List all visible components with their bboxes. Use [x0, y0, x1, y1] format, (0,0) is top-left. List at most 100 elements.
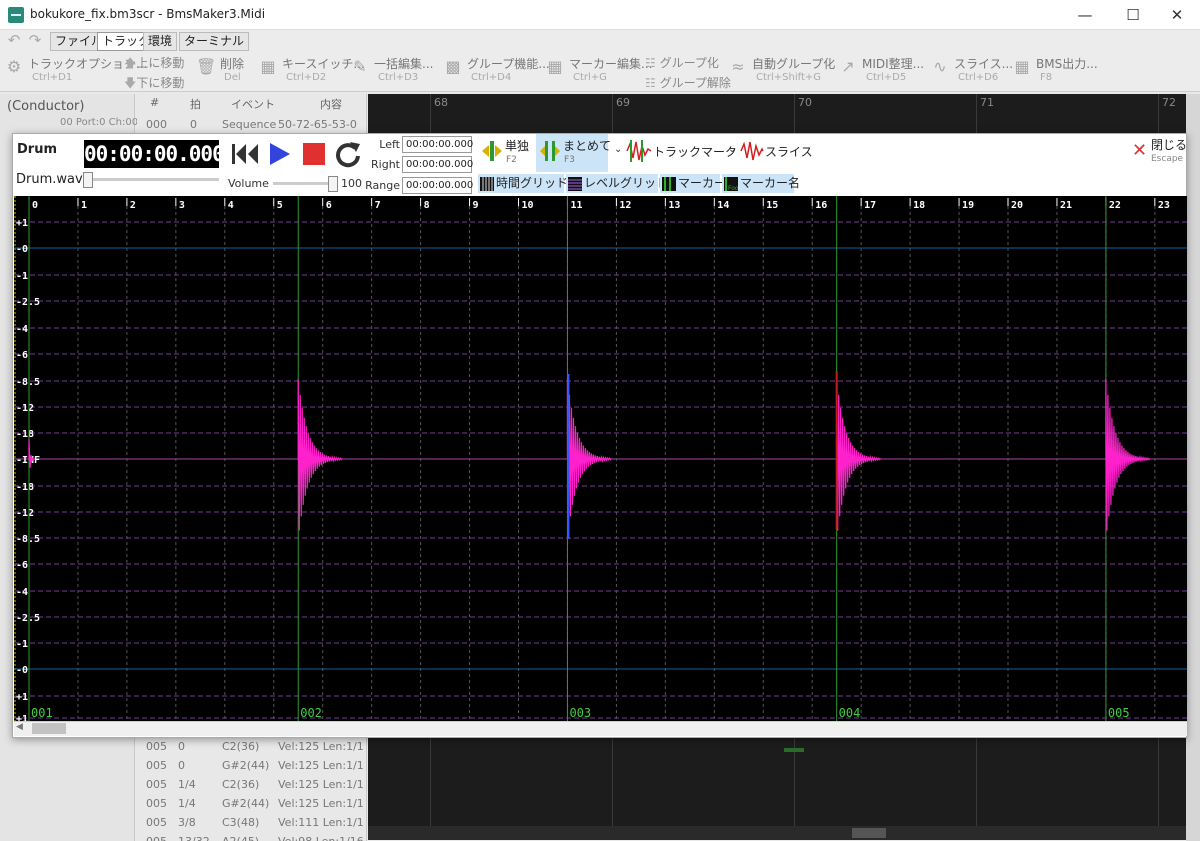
- undo-icon[interactable]: ↶: [6, 32, 22, 48]
- level-label: -18: [16, 482, 34, 493]
- position-slider-track[interactable]: [83, 178, 219, 181]
- range-time-field[interactable]: 00:00:00.000: [402, 177, 473, 194]
- app-icon: [8, 7, 24, 23]
- marker-toggle[interactable]: マーカー: [660, 174, 726, 193]
- measure-marker-label: 001: [31, 706, 53, 720]
- ungroup-button[interactable]: ☷ グループ解除: [645, 74, 731, 91]
- beat-tick-label: 4: [228, 200, 234, 211]
- piano-roll-scroll-thumb[interactable]: [852, 828, 886, 838]
- beat-tick-label: 16: [815, 200, 827, 211]
- volume-slider-thumb[interactable]: [328, 176, 338, 192]
- measure-number: 69: [616, 96, 630, 109]
- left-time-field[interactable]: 00:00:00.000: [402, 136, 473, 153]
- measure-number: 68: [434, 96, 448, 109]
- move-down-button[interactable]: 🡇下に移動: [124, 74, 184, 95]
- window-title: bokukore_fix.bm3scr - BmsMaker3.Midi: [30, 7, 266, 21]
- vertical-scrollbar[interactable]: [1186, 94, 1200, 841]
- menu-terminal[interactable]: ターミナル: [179, 32, 250, 51]
- minimize-button[interactable]: —: [1062, 0, 1108, 30]
- waveform-scrollbar[interactable]: [14, 721, 1187, 736]
- position-slider-thumb[interactable]: [83, 172, 93, 188]
- event-cell-beat: 1/4: [178, 797, 196, 810]
- level-label: -6: [16, 560, 28, 571]
- maximize-button[interactable]: ☐: [1110, 0, 1156, 30]
- piano-roll-scrollbar[interactable]: [368, 826, 1186, 840]
- event-cell-beat: 0: [178, 740, 185, 753]
- loop-button[interactable]: [333, 140, 363, 168]
- event-row[interactable]: 005 0 G#2(44) Vel:125 Len:1/1: [140, 756, 365, 776]
- level-grid-toggle[interactable]: レベルグリッド: [566, 174, 668, 193]
- beat-tick-label: 11: [570, 200, 582, 211]
- scroll-left-icon[interactable]: ◀: [16, 722, 23, 732]
- bms-icon: ▦: [1014, 57, 1030, 76]
- level-label: -4: [16, 324, 28, 335]
- wav-file-name: Drum.wav: [16, 172, 83, 187]
- marker-name-toggle[interactable]: Foo マーカー名: [722, 174, 800, 193]
- beat-tick-label: 10: [522, 200, 534, 211]
- gear-icon: ⚙: [6, 57, 22, 76]
- level-label: -0: [16, 244, 28, 255]
- beat-tick-label: 0: [32, 200, 38, 211]
- event-cell-num: 005: [146, 740, 167, 753]
- close-label: 閉じる: [1151, 138, 1188, 152]
- track-mark-dropdown-icon[interactable]: ⌄: [614, 144, 622, 155]
- event-cell-beat: 0: [178, 759, 185, 772]
- beat-tick-label: 14: [717, 200, 729, 211]
- waveform-scroll-thumb[interactable]: [32, 723, 66, 734]
- note-block[interactable]: [784, 748, 804, 752]
- conductor-title: (Conductor): [7, 99, 85, 114]
- left-label: Left: [379, 138, 400, 151]
- close-window-button[interactable]: ✕: [1154, 0, 1200, 30]
- event-header-num[interactable]: #: [150, 96, 159, 114]
- event-cell-beat: 1/4: [178, 778, 196, 791]
- conductor-subtitle: 00 Port:0 Ch:00: [60, 117, 139, 128]
- time-grid-icon: [480, 176, 494, 191]
- rewind-button[interactable]: [230, 140, 260, 168]
- event-row[interactable]: 005 1/4 G#2(44) Vel:125 Len:1/1: [140, 794, 365, 814]
- event-cell-content: Vel:111 Len:1/1: [278, 816, 364, 829]
- midi-icon: ↗: [841, 57, 855, 76]
- level-label: -1: [16, 639, 28, 650]
- solo-button[interactable]: 単独 F2: [478, 134, 536, 172]
- beat-tick-label: 21: [1060, 200, 1072, 211]
- group-button[interactable]: ☷ グループ化: [645, 54, 719, 71]
- time-grid-toggle[interactable]: 時間グリッド: [478, 174, 568, 193]
- beat-tick-label: 3: [179, 200, 185, 211]
- stop-button[interactable]: [300, 140, 328, 168]
- event-header-event[interactable]: イベント: [231, 96, 275, 114]
- waveform-hit: [836, 378, 882, 531]
- event-row[interactable]: 005 3/8 C3(48) Vel:111 Len:1/1: [140, 813, 365, 833]
- slice-dropdown-icon[interactable]: ⌄: [728, 144, 736, 155]
- event-cell-event: C2(36): [222, 778, 260, 791]
- measure-marker-label: 002: [300, 706, 322, 720]
- slice-waveform-icon: [740, 141, 764, 161]
- time-display: 00:00:00.000: [84, 140, 225, 168]
- play-button[interactable]: [266, 140, 294, 168]
- move-up-button[interactable]: 🡅上に移動: [124, 54, 184, 75]
- event-cell-content: Vel:125 Len:1/1: [278, 797, 364, 810]
- measure-number: 72: [1162, 96, 1176, 109]
- level-label: -18: [16, 429, 34, 440]
- event-header-content[interactable]: 内容: [320, 96, 342, 114]
- group-icon: ▩: [445, 57, 461, 76]
- event-cell-beat: 13/32: [178, 835, 210, 841]
- event-row[interactable]: 005 1/4 C2(36) Vel:125 Len:1/1: [140, 775, 365, 795]
- event-row[interactable]: 005 0 C2(36) Vel:125 Len:1/1: [140, 737, 365, 757]
- level-label: -8.5: [16, 534, 40, 545]
- event-cell-event: C3(48): [222, 816, 260, 829]
- event-header-beat[interactable]: 拍: [190, 96, 201, 114]
- together-button[interactable]: まとめて F3: [536, 134, 611, 172]
- volume-label: Volume: [228, 177, 269, 190]
- event-cell-event: A2(45): [222, 835, 259, 841]
- beat-tick-label: 9: [473, 200, 479, 211]
- menu-environment[interactable]: 環境: [143, 32, 178, 51]
- waveform-view[interactable]: 0123456789101112131415161718192021222324…: [14, 196, 1187, 721]
- event-cell-event: C2(36): [222, 740, 260, 753]
- measure-number: 71: [980, 96, 994, 109]
- redo-icon[interactable]: ↷: [27, 32, 43, 48]
- event-row[interactable]: 000 0 Sequence 50-72-65-53-0: [140, 115, 365, 135]
- group-add-icon: ☷: [645, 56, 656, 70]
- right-time-field[interactable]: 00:00:00.000: [402, 156, 473, 173]
- measure-number: 70: [798, 96, 812, 109]
- event-row[interactable]: 005 13/32 A2(45) Vel:98 Len:1/16: [140, 832, 365, 841]
